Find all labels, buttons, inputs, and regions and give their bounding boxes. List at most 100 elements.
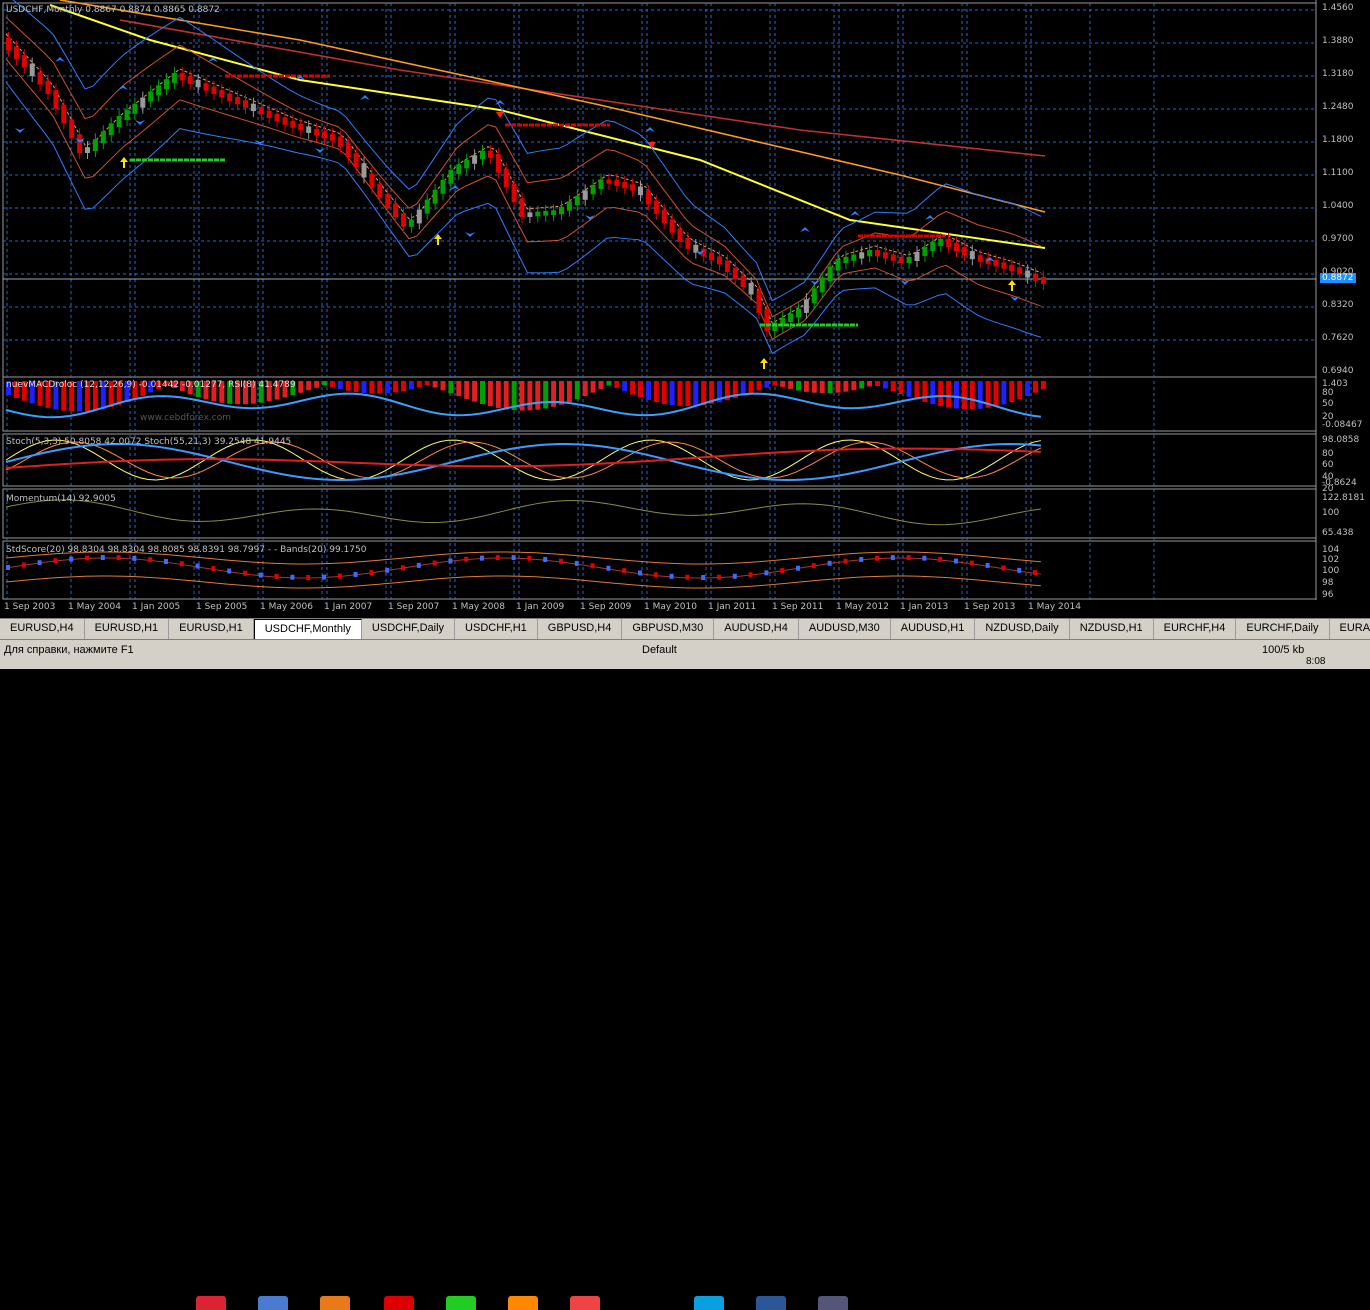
stdscore-marker bbox=[496, 555, 500, 560]
stdscore-marker bbox=[796, 566, 800, 571]
chart-area[interactable]: USDCHF,Monthly 0.8867 0.8874 0.8865 0.88… bbox=[0, 0, 1370, 617]
macd-bar bbox=[836, 381, 841, 393]
candle-body bbox=[314, 129, 319, 136]
tab-usdchf-h1[interactable]: USDCHF,H1 bbox=[455, 619, 538, 639]
macd-bar bbox=[1009, 381, 1014, 402]
price-chart[interactable] bbox=[0, 0, 1370, 617]
macd-bar bbox=[599, 381, 604, 389]
indicator-tick: 100 bbox=[1322, 508, 1339, 518]
candle-body bbox=[907, 257, 912, 263]
macd-bar bbox=[385, 381, 390, 393]
candle-body bbox=[764, 309, 769, 331]
skype-taskbar-icon[interactable] bbox=[694, 1296, 724, 1310]
fractal-up-icon bbox=[360, 95, 370, 100]
candle-body bbox=[69, 120, 74, 139]
candle-body bbox=[867, 250, 872, 256]
tab-eurusd-h1[interactable]: EURUSD,H1 bbox=[85, 619, 170, 639]
candle-body bbox=[820, 277, 825, 292]
stdscore-marker bbox=[986, 563, 990, 568]
indicator-tick: -0.8624 bbox=[1322, 478, 1357, 488]
tab-gbpusd-h4[interactable]: GBPUSD,H4 bbox=[538, 619, 623, 639]
tab-audusd-h4[interactable]: AUDUSD,H4 bbox=[714, 619, 799, 639]
tab-eurusd-h4[interactable]: EURUSD,H4 bbox=[0, 619, 85, 639]
indicator-tick: 98 bbox=[1322, 578, 1333, 588]
stdscore-marker bbox=[685, 575, 689, 580]
candle-body bbox=[520, 198, 525, 217]
macd-bar bbox=[346, 381, 351, 391]
macd-bar bbox=[338, 381, 343, 389]
candle-body bbox=[583, 190, 588, 199]
tab-eurusd-h1[interactable]: EURUSD,H1 bbox=[169, 619, 254, 639]
candle-body bbox=[606, 179, 611, 183]
candle-body bbox=[275, 114, 280, 121]
candle-body bbox=[464, 160, 469, 169]
macd-bar bbox=[614, 381, 619, 388]
tab-eurchf-h4[interactable]: EURCHF,H4 bbox=[1154, 619, 1237, 639]
macd-bar bbox=[788, 381, 793, 389]
time-tick: 1 May 2004 bbox=[68, 602, 121, 612]
chart-tabs: EURUSD,H4EURUSD,H1EURUSD,H1USDCHF,Monthl… bbox=[0, 618, 1370, 639]
app2-taskbar-icon[interactable] bbox=[570, 1296, 600, 1310]
stdscore-marker bbox=[717, 575, 721, 580]
macd-bar bbox=[1041, 381, 1046, 389]
candle-body bbox=[30, 64, 35, 77]
tab-euraud-h[interactable]: EURAUD,H bbox=[1330, 619, 1370, 639]
macd-bar bbox=[946, 381, 951, 408]
stdscore-marker bbox=[780, 568, 784, 573]
macd-bar bbox=[567, 381, 572, 402]
tab-usdchf-monthly[interactable]: USDCHF,Monthly bbox=[254, 619, 362, 640]
price-tick: 1.3180 bbox=[1322, 69, 1354, 79]
stdscore-marker bbox=[875, 556, 879, 561]
candle-body bbox=[417, 210, 422, 224]
macd-bar bbox=[922, 381, 927, 402]
candle-body bbox=[875, 250, 880, 256]
stdscore-marker bbox=[385, 568, 389, 573]
tab-eurchf-daily[interactable]: EURCHF,Daily bbox=[1236, 619, 1329, 639]
word-taskbar-icon[interactable] bbox=[756, 1296, 786, 1310]
candle-body bbox=[622, 182, 627, 188]
tab-audusd-m30[interactable]: AUDUSD,M30 bbox=[799, 619, 891, 639]
mail-taskbar-icon[interactable] bbox=[258, 1296, 288, 1310]
fractal-down-icon bbox=[810, 280, 820, 285]
candle-body bbox=[369, 173, 374, 187]
firefox-taskbar-icon[interactable] bbox=[320, 1296, 350, 1310]
ema-mid-line bbox=[60, 0, 1045, 212]
candle-body bbox=[172, 73, 177, 83]
profile-name: Default bbox=[642, 644, 677, 656]
opera-taskbar-icon[interactable] bbox=[384, 1296, 414, 1310]
tab-audusd-h1[interactable]: AUDUSD,H1 bbox=[891, 619, 976, 639]
buy-arrow-icon bbox=[760, 358, 768, 369]
time-tick: 1 Jan 2005 bbox=[132, 602, 180, 612]
candle-body bbox=[535, 212, 540, 217]
candle-body bbox=[859, 252, 864, 258]
price-tick: 1.1100 bbox=[1322, 168, 1354, 178]
clock: 8:08 bbox=[1306, 656, 1325, 667]
candle-body bbox=[891, 255, 896, 261]
tab-nzdusd-daily[interactable]: NZDUSD,Daily bbox=[975, 619, 1069, 639]
candle-body bbox=[970, 251, 975, 259]
candle-body bbox=[164, 79, 169, 89]
candle-body bbox=[851, 255, 856, 261]
stdscore-marker bbox=[401, 565, 405, 570]
macd-bar bbox=[527, 381, 532, 410]
tab-usdchf-daily[interactable]: USDCHF,Daily bbox=[362, 619, 455, 639]
stdscore-line bbox=[6, 558, 1041, 578]
price-tick: 1.0400 bbox=[1322, 201, 1354, 211]
envelope-mid bbox=[6, 34, 1041, 323]
macd-bar bbox=[749, 381, 754, 393]
stdscore-marker bbox=[591, 563, 595, 568]
odnoklassniki-taskbar-icon[interactable] bbox=[508, 1296, 538, 1310]
tab-nzdusd-h1[interactable]: NZDUSD,H1 bbox=[1070, 619, 1154, 639]
tab-gbpusd-m30[interactable]: GBPUSD,M30 bbox=[622, 619, 714, 639]
candle-body bbox=[180, 73, 185, 80]
candle-body bbox=[1009, 265, 1014, 272]
app-taskbar-icon[interactable] bbox=[446, 1296, 476, 1310]
candle-body bbox=[1025, 270, 1030, 277]
chrome-taskbar-icon[interactable] bbox=[196, 1296, 226, 1310]
candle-body bbox=[796, 309, 801, 318]
candle-body bbox=[741, 276, 746, 288]
candle-body bbox=[575, 196, 580, 205]
candle-body bbox=[109, 123, 114, 135]
terminal-taskbar-icon[interactable] bbox=[818, 1296, 848, 1310]
candle-body bbox=[354, 153, 359, 167]
